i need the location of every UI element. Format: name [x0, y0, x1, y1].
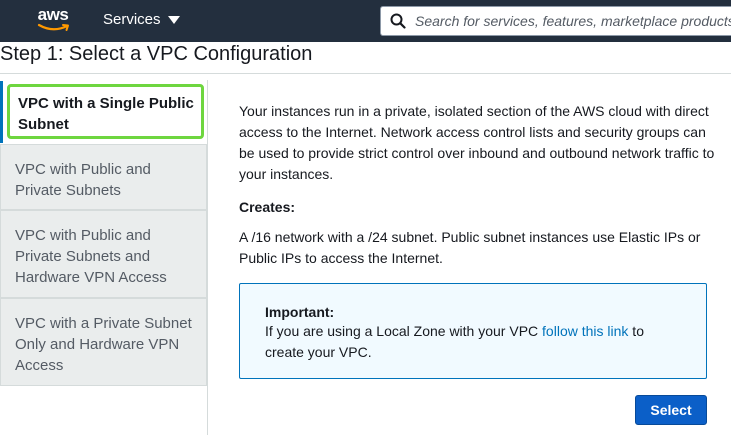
alert-text: If you are using a Local Zone with your …	[265, 321, 685, 363]
caret-down-icon	[167, 16, 180, 24]
option-label: VPC with a Private Subnet Only and Hardw…	[15, 315, 192, 374]
important-alert: Important: If you are using a Local Zone…	[239, 283, 707, 379]
selected-indicator	[0, 81, 3, 143]
aws-smile-icon	[37, 23, 69, 31]
services-menu-button[interactable]: Services	[103, 11, 180, 29]
creates-heading: Creates:	[239, 199, 296, 215]
alert-title: Important:	[265, 304, 335, 320]
search-icon	[390, 13, 406, 29]
option-label: VPC with Public and Private Subnets	[15, 161, 151, 199]
option-label: VPC with a Single Public Subnet	[18, 95, 194, 133]
page-title: Step 1: Select a VPC Configuration	[0, 43, 313, 65]
top-nav-bar: aws Services	[0, 0, 731, 42]
aws-logo-text: aws	[37, 5, 69, 24]
services-label: Services	[103, 11, 161, 28]
alert-text-before: If you are using a Local Zone with your …	[265, 323, 543, 339]
search-box[interactable]	[380, 6, 731, 36]
follow-link[interactable]: follow this link	[542, 323, 628, 339]
select-button[interactable]: Select	[635, 395, 707, 425]
option-private-only-vpn[interactable]: VPC with a Private Subnet Only and Hardw…	[0, 298, 207, 386]
option-public-private-subnets[interactable]: VPC with Public and Private Subnets	[0, 144, 207, 210]
search-input[interactable]	[415, 9, 731, 33]
option-single-public-subnet[interactable]: VPC with a Single Public Subnet	[0, 81, 207, 143]
option-description: Your instances run in a private, isolate…	[239, 103, 715, 182]
creates-description: A /16 network with a /24 subnet. Public …	[239, 229, 701, 266]
option-label: VPC with Public and Private Subnets and …	[15, 227, 167, 286]
option-public-private-vpn[interactable]: VPC with Public and Private Subnets and …	[0, 210, 207, 298]
aws-logo[interactable]: aws	[36, 5, 70, 35]
title-divider	[0, 73, 731, 74]
